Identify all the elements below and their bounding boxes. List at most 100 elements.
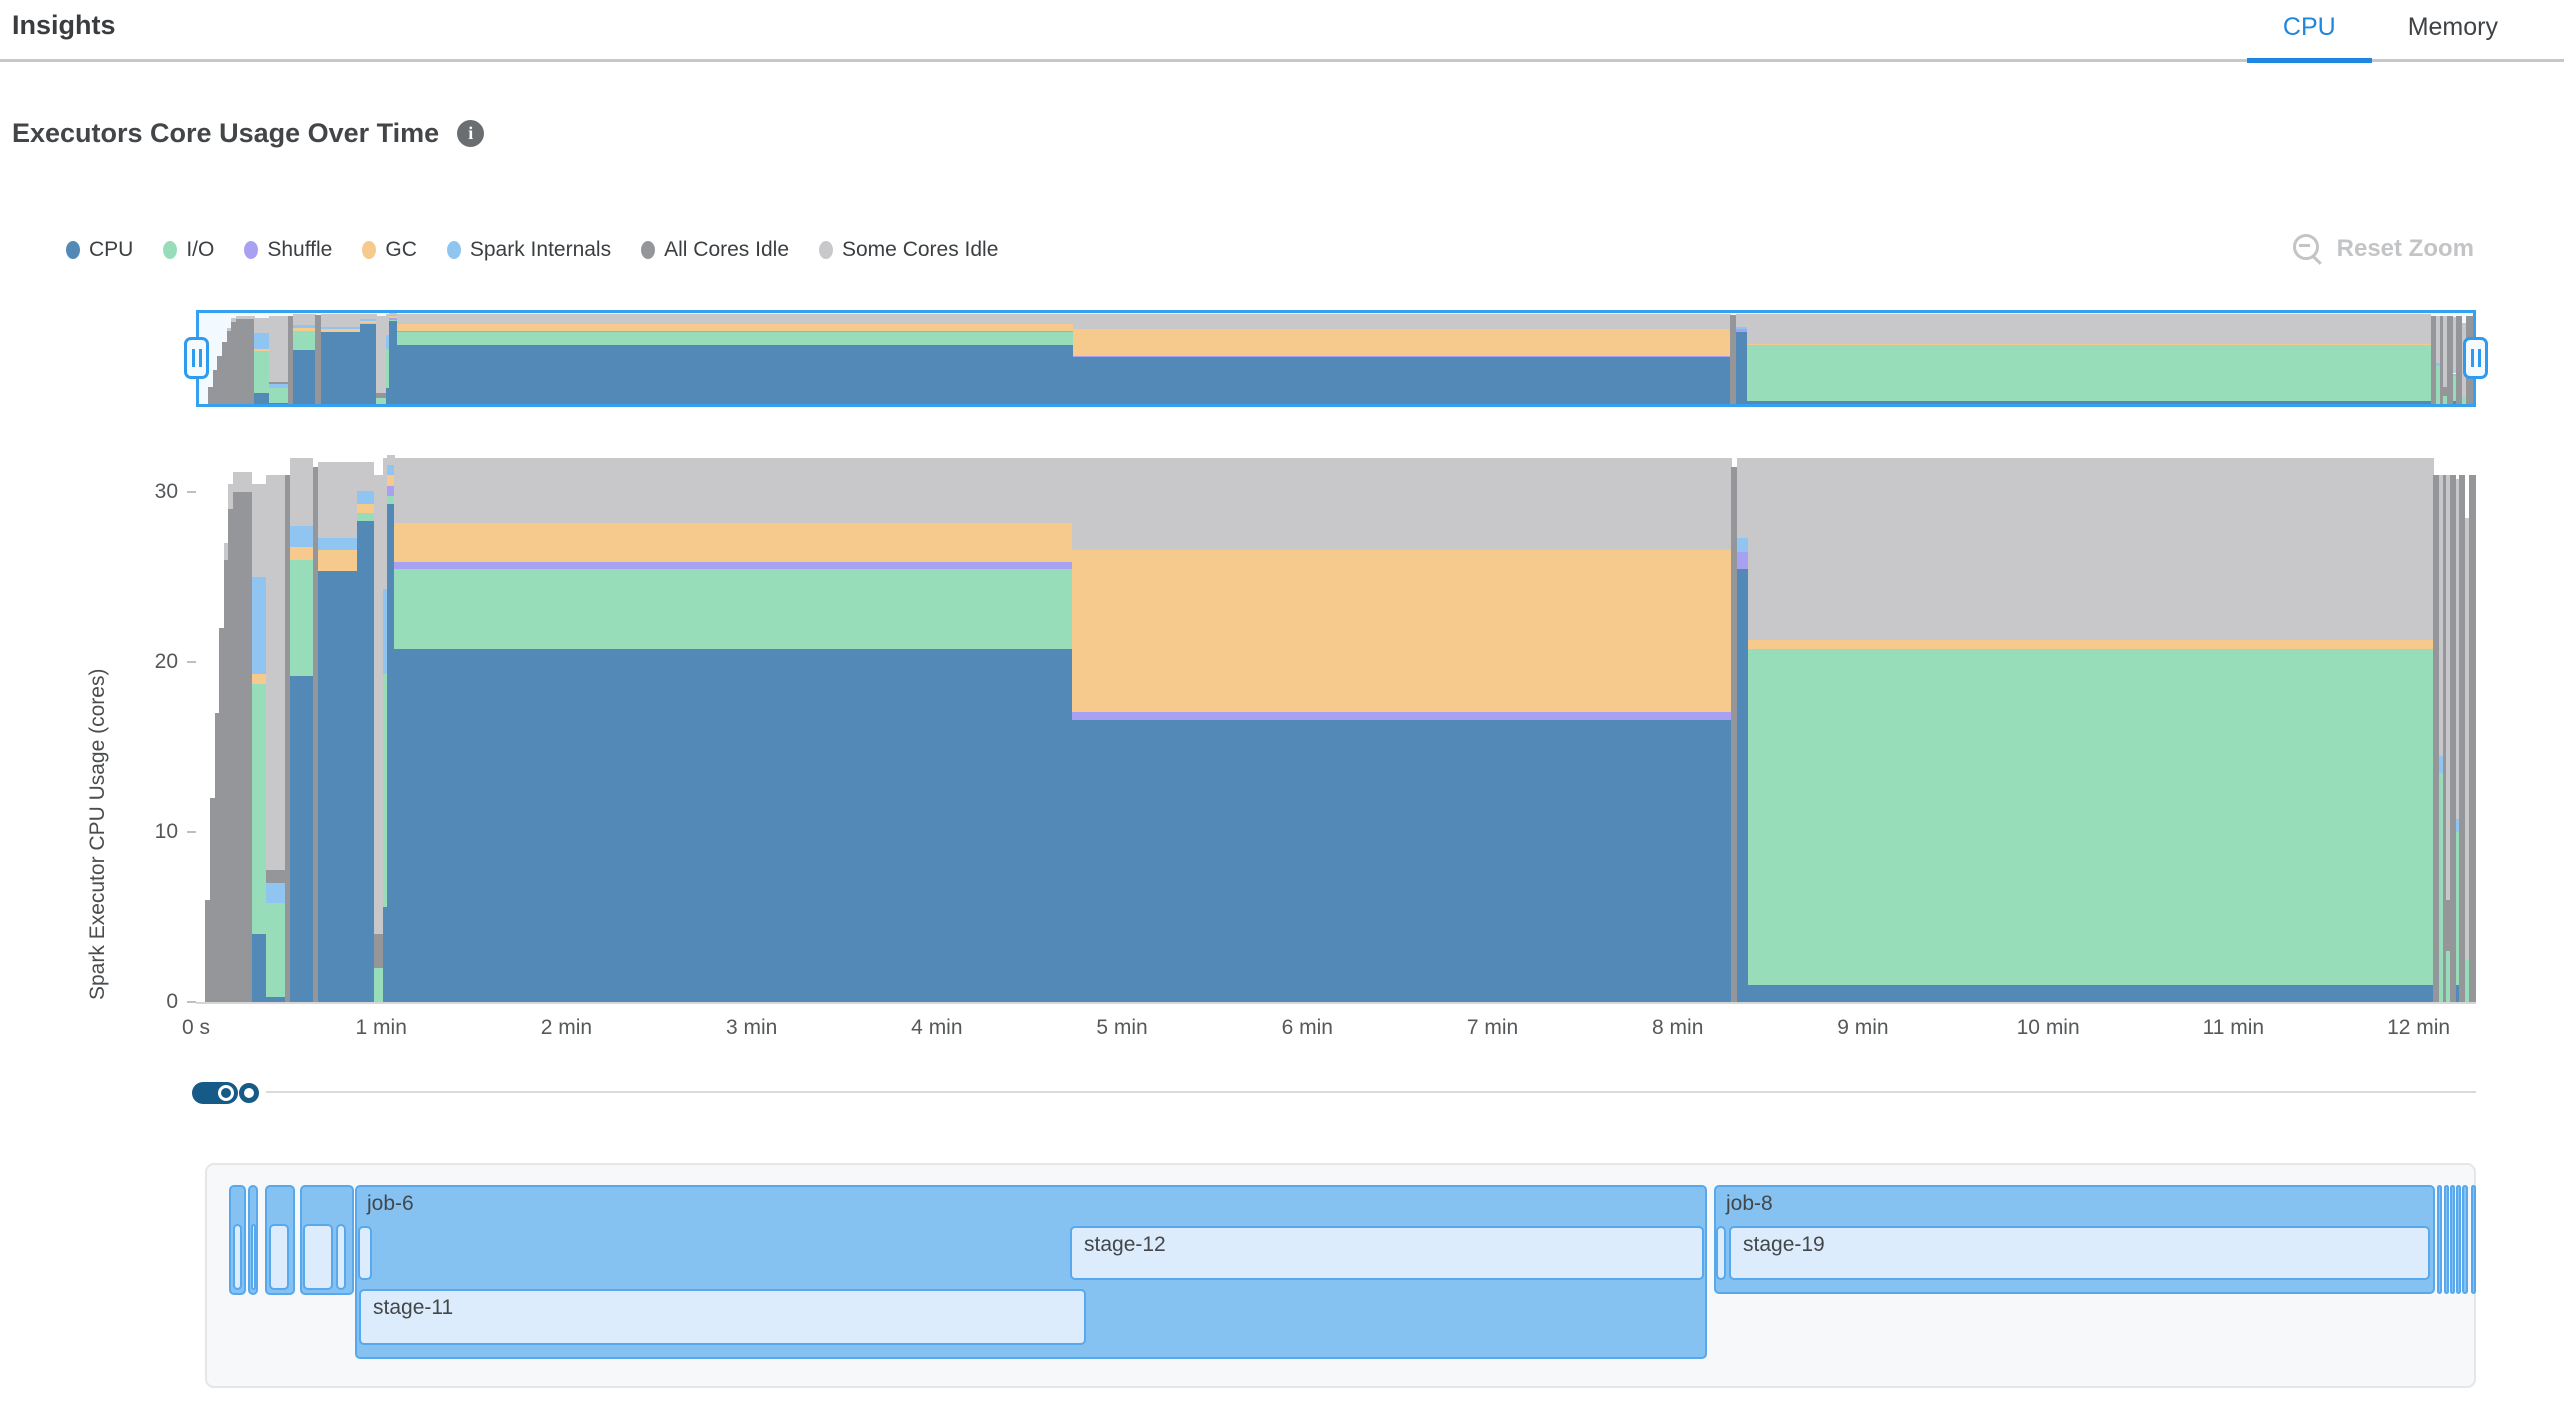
stage-label: stage-11 <box>373 1296 453 1320</box>
header-divider <box>0 59 2564 62</box>
x-axis: 0 s1 min2 min3 min4 min5 min6 min7 min8 … <box>196 1016 2476 1050</box>
legend-label: CPU <box>89 238 133 262</box>
stage-label: stage-12 <box>1084 1233 1166 1257</box>
seg-gc <box>290 547 313 561</box>
legend-item-i-o[interactable]: I/O <box>163 238 214 262</box>
seg-some_idle <box>374 475 384 934</box>
y-tick-label: 10 <box>155 820 178 844</box>
section-title: Executors Core Usage Over Time <box>12 118 439 149</box>
x-tick-label: 10 min <box>2017 1016 2080 1040</box>
seg-some_idle <box>397 314 1074 325</box>
seg-some_idle <box>254 318 269 334</box>
cpu-usage-area-chart[interactable] <box>196 455 2476 1004</box>
seg-some_idle <box>269 316 288 382</box>
chart-slice <box>2469 455 2477 1002</box>
job-bar[interactable] <box>2437 1185 2442 1294</box>
chart-slice <box>1736 313 1748 404</box>
legend-label: GC <box>385 238 417 262</box>
seg-io <box>394 569 1072 649</box>
job-bar[interactable] <box>2444 1185 2449 1294</box>
seg-cpu <box>357 521 374 1002</box>
seg-cpu <box>1737 569 1749 1002</box>
seg-gc <box>318 550 357 570</box>
chart-slice <box>252 455 267 1002</box>
y-tick-mark <box>187 661 196 663</box>
chart-slice <box>269 313 288 404</box>
chart-slice <box>233 455 252 1002</box>
stage-bar[interactable] <box>1716 1226 1726 1280</box>
legend-item-shuffle[interactable]: Shuffle <box>244 238 332 262</box>
legend-item-gc[interactable]: GC <box>362 238 417 262</box>
legend-dot-i-o <box>163 241 177 259</box>
seg-io <box>1747 345 2431 401</box>
seg-io <box>1748 649 2434 985</box>
seg-gc <box>1072 550 1732 711</box>
seg-internals <box>290 526 313 546</box>
navigator-handle-left[interactable] <box>184 337 209 379</box>
seg-some_idle <box>318 462 357 538</box>
legend-dot-cpu <box>66 241 80 259</box>
legend-label: Spark Internals <box>470 238 611 262</box>
toggle-knob-dot <box>221 1088 231 1098</box>
job-label: job-8 <box>1726 1192 1773 1216</box>
stage-bar[interactable] <box>233 1224 242 1290</box>
seg-gc <box>254 349 269 351</box>
chart-slice <box>376 313 386 404</box>
job-bar[interactable] <box>2456 1185 2461 1294</box>
legend-label: Shuffle <box>267 238 332 262</box>
seg-gc <box>1748 640 2434 648</box>
seg-cpu <box>290 676 313 1002</box>
chart-slice <box>1748 455 2434 1002</box>
chart-legend: CPU I/O Shuffle GC Spark Internals All Cores … <box>66 238 998 262</box>
chart-slice <box>290 455 313 1002</box>
chart-slice <box>1747 313 2431 404</box>
seg-gc <box>1073 329 1731 356</box>
seg-some_idle <box>1747 314 2431 344</box>
seg-all_idle <box>376 393 386 399</box>
seg-all_idle <box>266 870 285 884</box>
x-tick-label: 7 min <box>1467 1016 1518 1040</box>
seg-shuffle <box>1737 552 1749 569</box>
stage-bar[interactable] <box>358 1226 372 1280</box>
stage-bar[interactable] <box>269 1224 289 1290</box>
job-bar[interactable] <box>2450 1185 2455 1294</box>
job-bar[interactable] <box>2471 1185 2476 1294</box>
toggle-ring[interactable] <box>239 1083 259 1103</box>
legend-item-cpu[interactable]: CPU <box>66 238 133 262</box>
reset-zoom-button[interactable]: Reset Zoom <box>2293 234 2474 264</box>
stage-bar-stage-12[interactable]: stage-12 <box>1070 1226 1704 1280</box>
navigator-handle-right[interactable] <box>2463 337 2488 379</box>
seg-shuffle <box>1736 329 1748 332</box>
legend-dot-spark-internals <box>447 241 461 259</box>
seg-cpu <box>397 345 1074 404</box>
seg-gc <box>1747 344 2431 345</box>
seg-some_idle <box>290 458 313 526</box>
page-title: Insights <box>12 10 116 41</box>
chart-slice <box>1073 313 1731 404</box>
toggle-track-line <box>266 1091 2476 1093</box>
stage-bar[interactable] <box>336 1224 346 1290</box>
stage-bar[interactable] <box>303 1224 333 1290</box>
info-icon[interactable]: i <box>457 120 484 147</box>
seg-io <box>254 351 269 393</box>
legend-item-some-cores-idle[interactable]: Some Cores Idle <box>819 238 998 262</box>
chart-navigator[interactable] <box>196 310 2476 407</box>
seg-internals <box>360 319 377 321</box>
legend-item-spark-internals[interactable]: Spark Internals <box>447 238 611 262</box>
seg-gc <box>357 504 374 512</box>
seg-some_idle <box>376 316 386 392</box>
seg-cpu <box>394 649 1072 1002</box>
stage-bar[interactable] <box>251 1224 256 1290</box>
seg-shuffle <box>394 562 1072 569</box>
x-tick-label: 4 min <box>911 1016 962 1040</box>
seg-shuffle <box>1072 712 1732 720</box>
stage-bar-stage-19[interactable]: stage-19 <box>1729 1226 2430 1280</box>
tab-memory[interactable]: Memory <box>2372 0 2534 63</box>
stage-bar-stage-11[interactable]: stage-11 <box>359 1289 1086 1345</box>
tab-cpu[interactable]: CPU <box>2247 0 2372 63</box>
seg-gc <box>397 324 1074 331</box>
legend-item-all-cores-idle[interactable]: All Cores Idle <box>641 238 789 262</box>
x-tick-label: 5 min <box>1096 1016 1147 1040</box>
job-bar[interactable] <box>2462 1185 2468 1294</box>
jobs-stages-gantt: job-6job-8stage-11stage-12stage-19 <box>205 1163 2476 1388</box>
